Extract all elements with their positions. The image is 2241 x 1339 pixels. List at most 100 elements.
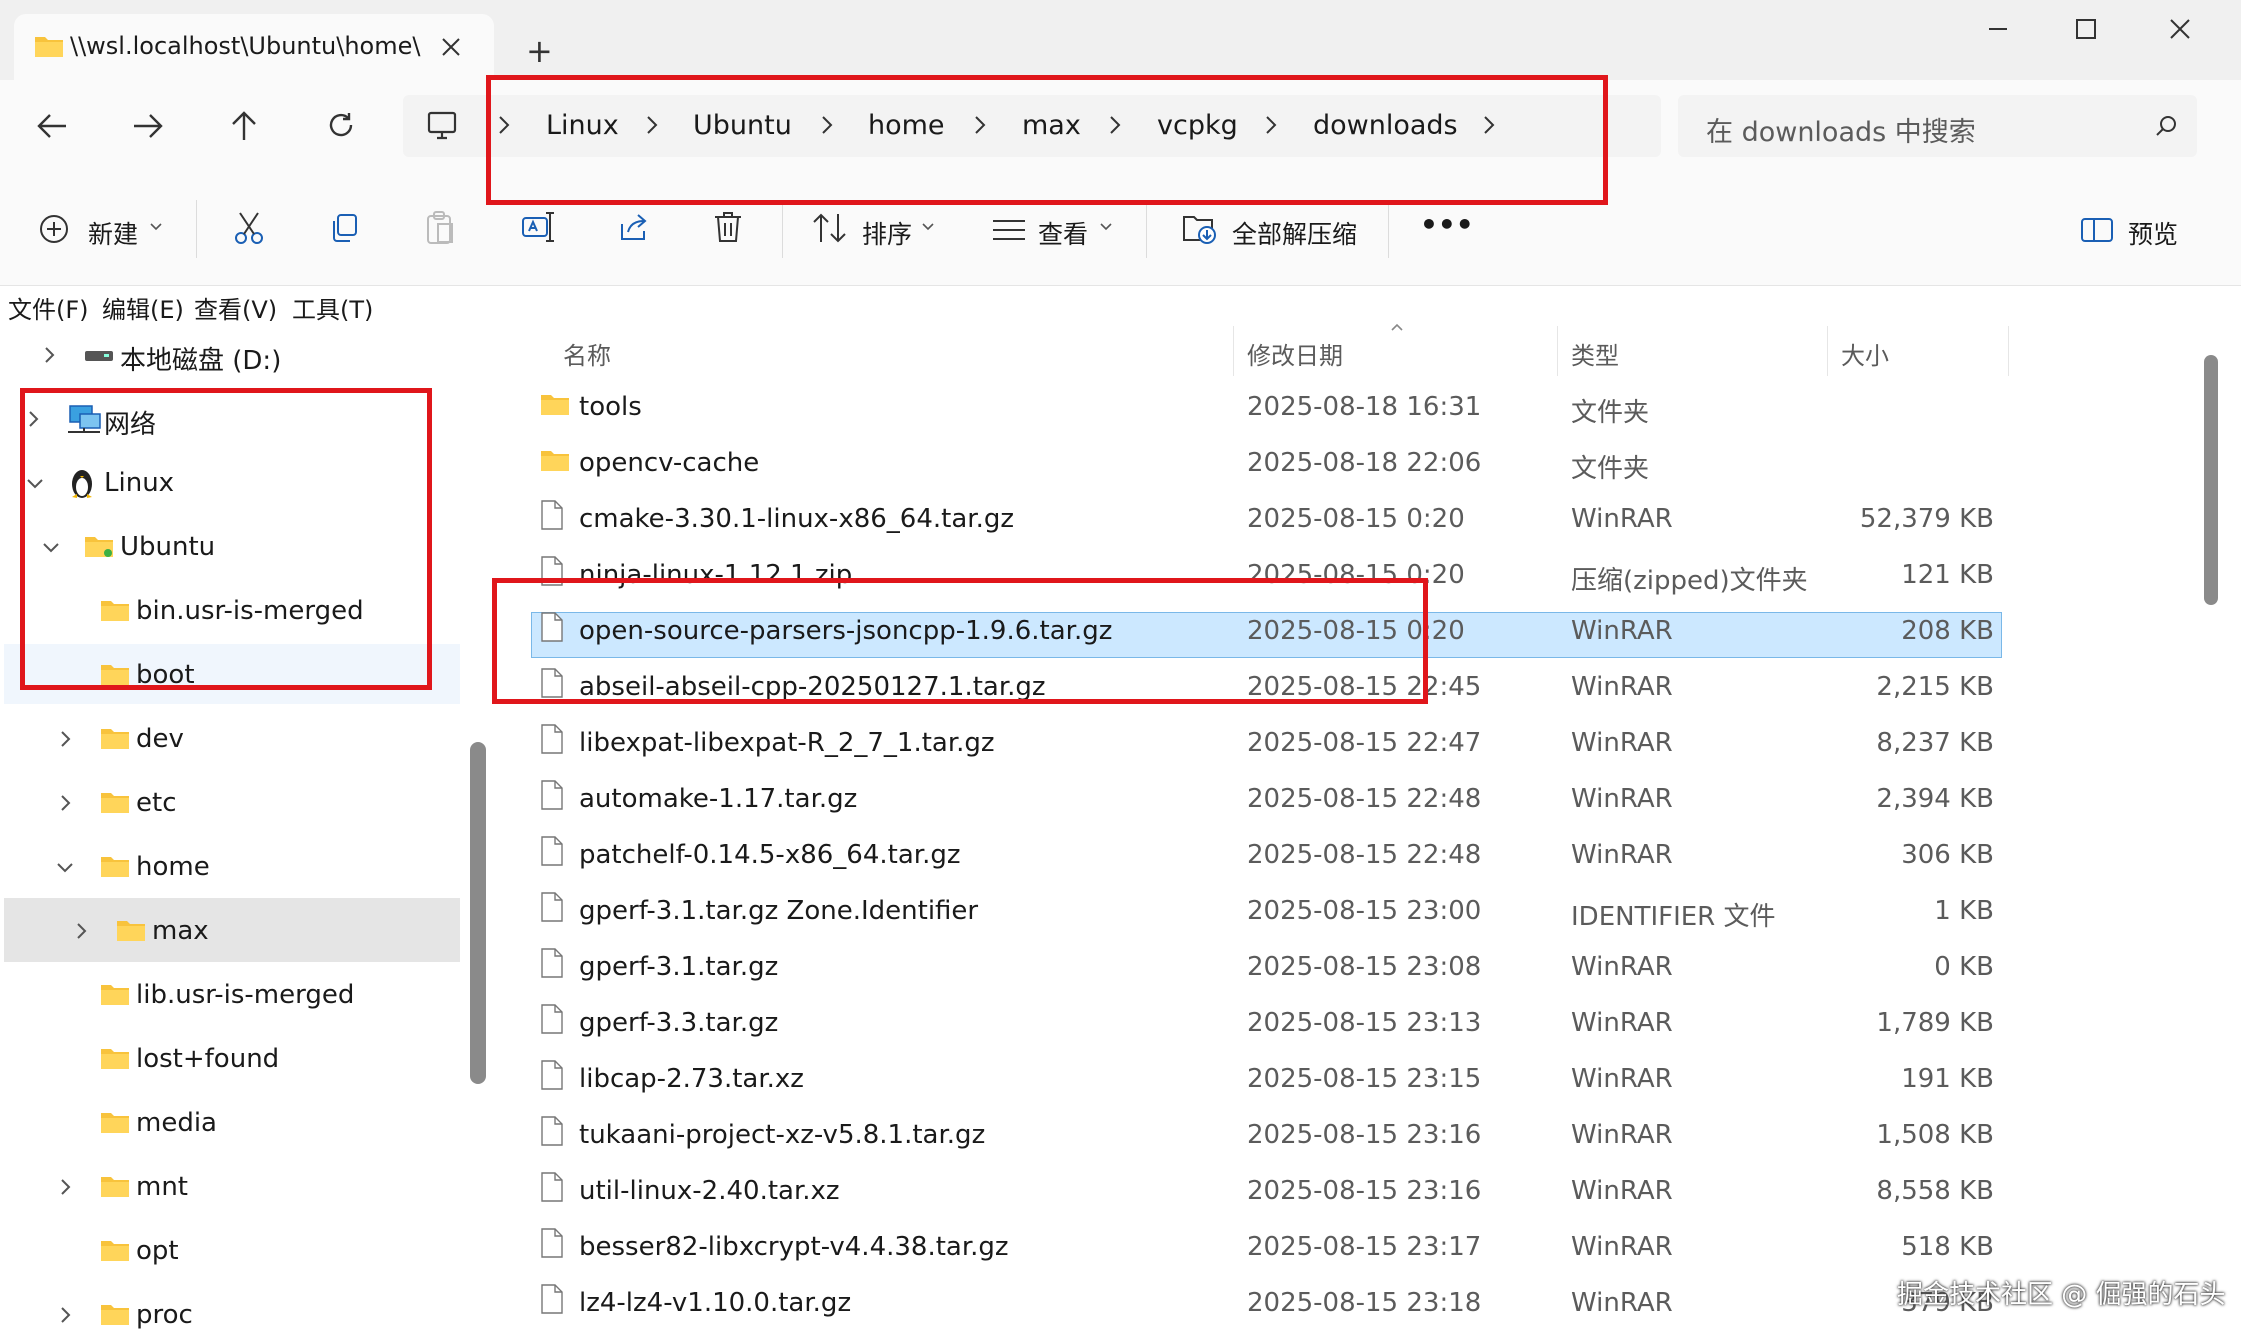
column-divider[interactable] — [1827, 326, 1828, 376]
column-header-size[interactable]: 大小 — [1841, 336, 1889, 371]
nav-folder-label[interactable]: opt — [136, 1236, 179, 1266]
preview-button[interactable]: 预览 — [2128, 215, 2178, 251]
file-name[interactable]: gperf-3.3.tar.gz — [579, 1008, 778, 1038]
nav-folder-label[interactable]: mnt — [136, 1172, 188, 1202]
chevron-right-icon[interactable] — [60, 730, 72, 748]
folder-icon — [116, 918, 146, 942]
view-button[interactable]: 查看 — [1038, 215, 1088, 251]
chevron-right-icon[interactable] — [44, 346, 56, 364]
new-tab-button[interactable]: + — [526, 32, 553, 70]
close-tab-icon[interactable] — [440, 36, 462, 58]
view-icon[interactable] — [992, 218, 1026, 242]
column-header-date[interactable]: 修改日期 — [1247, 336, 1343, 371]
folder-icon — [540, 392, 570, 416]
file-type: WinRAR — [1571, 672, 1673, 702]
file-list-scrollbar[interactable] — [2218, 322, 2241, 1339]
share-icon[interactable] — [616, 210, 650, 244]
drive-icon — [84, 345, 114, 365]
file-size: 8,237 KB — [1876, 728, 1994, 758]
new-button[interactable]: 新建 — [88, 215, 138, 251]
chevron-right-icon[interactable] — [60, 1178, 72, 1196]
sort-icon[interactable] — [812, 212, 848, 244]
close-window-button[interactable] — [2134, 0, 2226, 58]
file-name[interactable]: gperf-3.1.tar.gz — [579, 952, 778, 982]
maximize-button[interactable] — [2040, 0, 2132, 58]
chevron-right-icon[interactable] — [60, 1306, 72, 1324]
folder-icon — [100, 854, 130, 878]
file-icon — [540, 1172, 564, 1202]
menu-file[interactable]: 文件(F) — [8, 290, 89, 325]
menu-view[interactable]: 查看(V) — [194, 290, 277, 325]
file-type: WinRAR — [1571, 504, 1673, 534]
file-type: WinRAR — [1571, 1288, 1673, 1318]
delete-icon[interactable] — [712, 210, 744, 244]
file-name[interactable]: util-linux-2.40.tar.xz — [579, 1176, 840, 1206]
up-arrow-icon[interactable] — [230, 110, 258, 142]
nav-scrollbar-thumb[interactable] — [470, 742, 486, 1084]
file-type: WinRAR — [1571, 728, 1673, 758]
file-date: 2025-08-15 23:16 — [1247, 1176, 1482, 1206]
file-type: WinRAR — [1571, 1008, 1673, 1038]
chevron-right-icon[interactable] — [76, 922, 88, 940]
menu-edit[interactable]: 编辑(E) — [102, 290, 184, 325]
menu-tools[interactable]: 工具(T) — [292, 290, 373, 325]
folder-icon — [100, 982, 130, 1006]
rename-icon[interactable] — [520, 210, 556, 244]
back-arrow-icon[interactable] — [36, 112, 68, 140]
file-type: 文件夹 — [1571, 398, 1650, 428]
preview-pane-icon[interactable] — [2080, 216, 2114, 244]
new-icon[interactable] — [38, 213, 70, 245]
cut-icon[interactable] — [232, 210, 266, 246]
minimize-button[interactable] — [1952, 0, 2044, 58]
annotation-box-address — [486, 75, 1608, 205]
more-options-button[interactable]: ••• — [1420, 208, 1474, 241]
file-name[interactable]: gperf-3.1.tar.gz Zone.Identifier — [579, 896, 978, 926]
file-name[interactable]: patchelf-0.14.5-x86_64.tar.gz — [579, 840, 960, 870]
copy-icon[interactable] — [328, 212, 360, 244]
chevron-down-icon[interactable] — [56, 862, 74, 874]
file-name[interactable]: tools — [579, 392, 642, 422]
file-date: 2025-08-15 23:08 — [1247, 952, 1482, 982]
column-divider[interactable] — [1233, 326, 1234, 376]
nav-folder-label[interactable]: lost+found — [136, 1044, 279, 1074]
nav-folder-label[interactable]: max — [152, 916, 209, 946]
forward-arrow-icon[interactable] — [132, 112, 164, 140]
file-icon — [540, 780, 564, 810]
file-name[interactable]: cmake-3.30.1-linux-x86_64.tar.gz — [579, 504, 1014, 534]
extract-all-button[interactable]: 全部解压缩 — [1232, 215, 1357, 251]
this-pc-icon[interactable] — [426, 111, 458, 141]
chevron-right-icon[interactable] — [60, 794, 72, 812]
separator — [1388, 200, 1389, 258]
file-date: 2025-08-18 16:31 — [1247, 392, 1482, 422]
nav-folder-label[interactable]: media — [136, 1108, 217, 1138]
nav-folder-label[interactable]: dev — [136, 724, 184, 754]
column-header-name[interactable]: 名称 — [563, 336, 611, 371]
nav-folder-label[interactable]: proc — [136, 1300, 193, 1330]
file-name[interactable]: lz4-lz4-v1.10.0.tar.gz — [579, 1288, 851, 1318]
extract-all-icon[interactable] — [1182, 212, 1218, 246]
file-name[interactable]: tukaani-project-xz-v5.8.1.tar.gz — [579, 1120, 985, 1150]
chevron-down-icon[interactable] — [1100, 222, 1112, 232]
refresh-icon[interactable] — [326, 110, 356, 140]
file-name[interactable]: libcap-2.73.tar.xz — [579, 1064, 804, 1094]
file-name[interactable]: automake-1.17.tar.gz — [579, 784, 857, 814]
nav-folder-label[interactable]: lib.usr-is-merged — [136, 980, 354, 1010]
nav-folder-label[interactable]: etc — [136, 788, 177, 818]
sort-button[interactable]: 排序 — [862, 215, 912, 251]
nav-folder-label[interactable]: home — [136, 852, 210, 882]
file-list-scrollbar-thumb[interactable] — [2204, 355, 2218, 605]
column-divider[interactable] — [2008, 326, 2009, 376]
nav-local-disk-label[interactable]: 本地磁盘 (D:) — [120, 340, 281, 377]
column-divider[interactable] — [1557, 326, 1558, 376]
column-header-type[interactable]: 类型 — [1571, 336, 1619, 371]
file-type: WinRAR — [1571, 840, 1673, 870]
chevron-down-icon[interactable] — [922, 222, 934, 232]
file-name[interactable]: opencv-cache — [579, 448, 759, 478]
chevron-down-icon[interactable] — [150, 222, 162, 232]
paste-icon[interactable] — [424, 210, 456, 246]
search-icon[interactable] — [2155, 114, 2179, 138]
file-name[interactable]: libexpat-libexpat-R_2_7_1.tar.gz — [579, 728, 995, 758]
file-date: 2025-08-15 23:17 — [1247, 1232, 1482, 1262]
file-name[interactable]: besser82-libxcrypt-v4.4.38.tar.gz — [579, 1232, 1009, 1262]
file-date: 2025-08-15 23:18 — [1247, 1288, 1482, 1318]
